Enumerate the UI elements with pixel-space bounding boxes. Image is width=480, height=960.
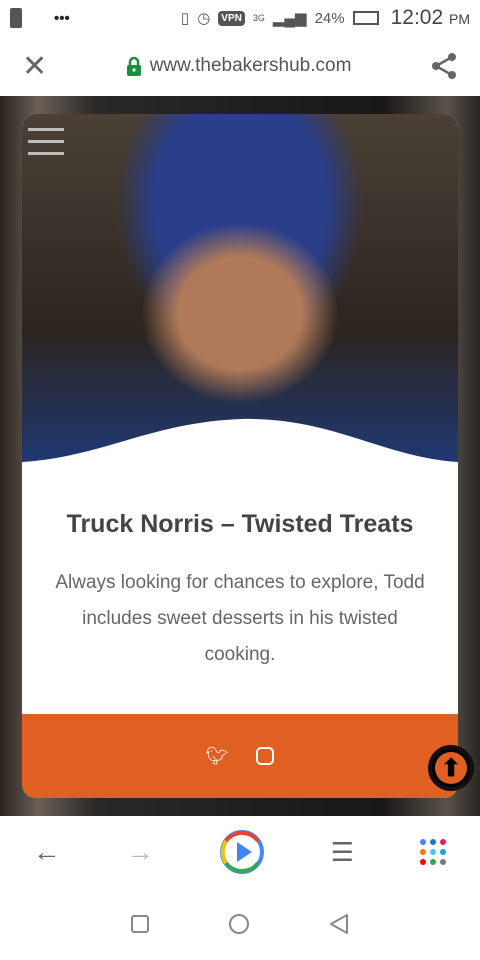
battery-percent: 24%	[314, 9, 345, 27]
home-icon[interactable]	[229, 914, 249, 934]
play-icon[interactable]	[219, 829, 265, 875]
alarm-icon: ◷	[197, 10, 211, 27]
card-title: Truck Norris – Twisted Treats	[66, 510, 414, 538]
clock-ampm: PM	[449, 11, 470, 27]
web-content: Truck Norris – Twisted Treats Always loo…	[0, 96, 480, 816]
recents-icon[interactable]	[131, 915, 149, 933]
network-type: 3G	[252, 13, 265, 23]
instagram-icon[interactable]	[256, 747, 275, 765]
lock-icon	[126, 56, 141, 76]
twitter-icon[interactable]: 🐦︎	[206, 746, 229, 767]
url-bar[interactable]: www.thebakershub.com	[126, 55, 352, 77]
status-bar: ••• ▯ ◷ VPN 3G ▂▄▆ 24% 12:02 PM	[0, 0, 480, 36]
list-icon[interactable]: ☰	[331, 837, 354, 868]
scroll-to-top-button[interactable]: ⬆	[428, 745, 474, 791]
chef-photo	[22, 114, 458, 477]
back-icon[interactable]: ←	[33, 836, 61, 868]
vibrate-icon: ▯	[180, 10, 190, 27]
menu-icon[interactable]	[28, 128, 64, 164]
clock-time: 12:02	[390, 6, 444, 29]
system-nav-bar	[0, 888, 480, 960]
back-nav-icon[interactable]	[329, 913, 349, 935]
vpn-badge: VPN	[218, 10, 245, 26]
url-text: www.thebakershub.com	[149, 55, 352, 76]
browser-toolbar: ✕ www.thebakershub.com	[0, 36, 480, 96]
social-bar: 🐦︎	[22, 714, 458, 798]
browser-bottom-bar: ← → ☰	[0, 816, 480, 888]
signal-icon: ▂▄▆	[272, 10, 307, 27]
card-description: Always looking for chances to explore, T…	[55, 572, 425, 665]
wave-divider	[22, 418, 458, 477]
clock: 12:02 PM	[391, 6, 470, 30]
more-notifications-icon: •••	[54, 9, 70, 27]
share-icon[interactable]	[430, 52, 458, 80]
battery-icon	[352, 11, 379, 25]
apps-icon[interactable]	[419, 838, 447, 866]
close-icon[interactable]: ✕	[22, 49, 47, 84]
arrow-up-icon: ⬆	[435, 752, 467, 784]
team-card: Truck Norris – Twisted Treats Always loo…	[22, 114, 458, 798]
battery-alert-icon	[10, 8, 22, 28]
forward-icon[interactable]: →	[126, 836, 154, 868]
